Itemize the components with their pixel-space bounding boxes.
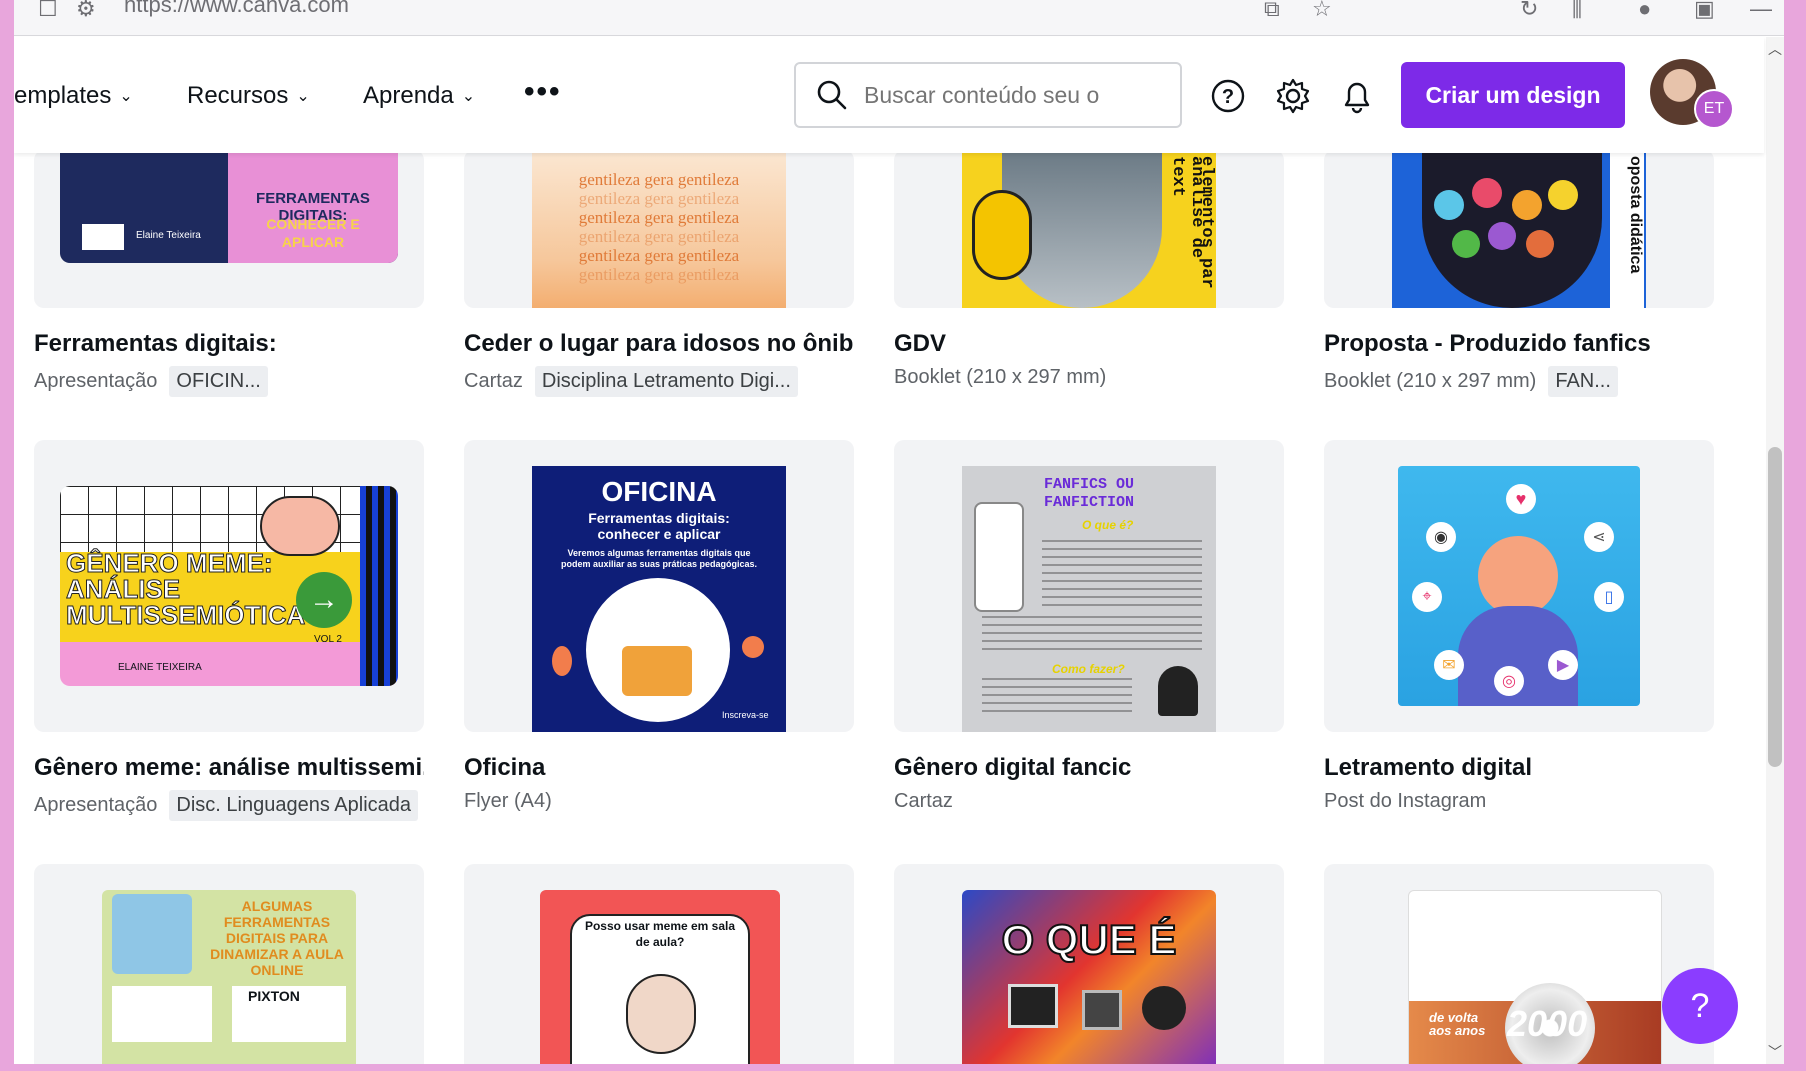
scroll-down-icon[interactable]: ﹀ [1768,1042,1782,1062]
design-thumbnail: ♥ ⋖ ◉ ⌖ ▯ ✉ ▶ ◎ [1398,466,1640,706]
logo [82,224,124,250]
design-meta: Cartaz Disciplina Letramento Digi... [464,366,798,397]
location-pin-icon: ⌖ [1412,582,1442,612]
user-initials-badge: ET [1694,89,1734,129]
design-type: Flyer (A4) [464,790,552,812]
design-thumbnail: FERRAMENTAS DIGITAIS: CONHECER E APLICAR… [60,150,398,263]
repeated-slogan: gentileza gera gentileza gentileza gera … [578,170,740,284]
search-box[interactable] [794,62,1182,128]
create-design-button[interactable]: Criar um design [1401,62,1625,128]
design-meta: Cartaz [894,790,953,813]
search-input[interactable] [864,81,1144,109]
design-title[interactable]: GDV [894,330,1284,358]
tv-illustration [1008,984,1058,1028]
folder-tag[interactable]: OFICIN... [169,366,268,397]
browser-window: ☐ ⚙ https://www.canva.com ⧉ ☆ ↻ ⫼ ● ▣ — … [14,0,1784,1064]
design-type: Cartaz [464,370,523,392]
folder-tag[interactable]: Disc. Linguagens Aplicada [169,790,419,821]
design-thumbnail: OFICINA Ferramentas digitais: conhecer e… [532,466,786,732]
design-card[interactable]: oposta didática [1324,150,1714,308]
gear-icon [1276,78,1310,114]
target-icon: ◎ [1494,666,1524,696]
design-meta: Booklet (210 x 297 mm) FAN... [1324,366,1618,397]
design-card[interactable]: ♥ ⋖ ◉ ⌖ ▯ ✉ ▶ ◎ [1324,440,1714,732]
design-thumbnail: GÊNERO MEME: ANÁLISE MULTISSEMIÓTICA → V… [60,486,398,686]
design-type: Cartaz [894,790,953,812]
meme-pig-illustration [260,496,340,556]
design-title[interactable]: Gênero meme: análise multissemi... [34,754,424,782]
scrollbar-thumb[interactable] [1768,447,1782,767]
design-meta: Booklet (210 x 297 mm) [894,366,1106,389]
design-thumbnail: gentileza gera gentileza gentileza gera … [532,150,786,308]
scroll-up-icon[interactable]: ︿ [1768,39,1782,59]
design-meta: Post do Instagram [1324,790,1486,813]
design-card[interactable]: FANFICS OU FANFICTION O que é? Como faze… [894,440,1284,732]
settings-button[interactable] [1272,75,1314,117]
folder-tag[interactable]: FAN... [1548,366,1618,397]
design-type: Apresentação [34,794,158,816]
help-fab-button[interactable]: ? [1662,968,1738,1044]
design-title[interactable]: Letramento digital [1324,754,1714,782]
video-icon: ▶ [1548,650,1578,680]
design-thumbnail: O QUE É [962,890,1216,1064]
chevron-down-icon: ⌄ [296,88,310,105]
design-card[interactable]: GÊNERO MEME: ANÁLISE MULTISSEMIÓTICA → V… [34,440,424,732]
question-circle-icon: ? [1211,79,1245,113]
share-icon: ⋖ [1584,522,1614,552]
design-thumbnail: oposta didática [1392,150,1646,308]
design-type: Booklet (210 x 297 mm) [1324,370,1537,392]
teacher-avatar-illustration [626,974,696,1054]
design-card[interactable]: elementos par análise de text [894,150,1284,308]
folder-tag[interactable]: Disciplina Letramento Digi... [534,366,798,397]
help-circle-button[interactable]: ? [1207,75,1249,117]
design-type: Booklet (210 x 297 mm) [894,366,1107,388]
more-menu-button[interactable]: ••• [524,75,562,109]
nav-recursos[interactable]: Recursos ⌄ [187,82,310,110]
notifications-button[interactable] [1336,75,1378,117]
nav-templates[interactable]: emplates ⌄ [14,82,133,110]
design-card[interactable]: Posso usar meme em sala de aula? [464,864,854,1064]
phone-illustration [974,502,1024,612]
chevron-down-icon: ⌄ [461,88,476,105]
designs-grid: FERRAMENTAS DIGITAIS: CONHECER E APLICAR… [14,0,1764,1064]
heart-icon: ♥ [1506,484,1536,514]
design-title[interactable]: Oficina [464,754,854,782]
design-card[interactable]: FERRAMENTAS DIGITAIS: CONHECER E APLICAR… [34,150,424,308]
design-card[interactable]: ALGUMAS FERRAMENTAS DIGITAIS PARA DINAMI… [34,864,424,1064]
design-title[interactable]: Gênero digital fancic [894,754,1284,782]
design-thumbnail: Posso usar meme em sala de aula? [540,890,780,1064]
chevron-down-icon: ⌄ [119,88,133,105]
design-card[interactable]: OFICINA Ferramentas digitais: conhecer e… [464,440,854,732]
phone-icon: ▯ [1594,582,1624,612]
search-icon [817,80,847,110]
design-type: Apresentação [34,370,158,392]
design-card[interactable]: de volta aos anos 2000 [1324,864,1714,1064]
arrow-right-icon: → [296,572,352,628]
design-card[interactable]: O QUE É [894,864,1284,1064]
top-navigation-bar: emplates ⌄ Recursos ⌄ Aprenda ⌄ ••• ? [14,37,1764,153]
bell-icon [1344,82,1370,114]
design-title[interactable]: Proposta - Produzido fanfics [1324,330,1714,358]
teacher-illustration [112,894,192,974]
design-title[interactable]: Ceder o lugar para idosos no ônib... [464,330,854,358]
design-meta: Apresentação OFICIN... [34,366,268,397]
scrollbar[interactable]: ︿ ﹀ [1766,37,1784,1064]
design-meta: Flyer (A4) [464,790,552,813]
mail-icon: ✉ [1434,650,1464,680]
design-thumbnail: elementos par análise de text [962,150,1216,308]
design-thumbnail: ALGUMAS FERRAMENTAS DIGITAIS PARA DINAMI… [102,890,356,1064]
design-card[interactable]: gentileza gera gentileza gentileza gera … [464,150,854,308]
design-meta: Apresentação Disc. Linguagens Aplicada [34,790,419,821]
design-title[interactable]: Ferramentas digitais: [34,330,424,358]
design-type: Post do Instagram [1324,790,1487,812]
camera-icon: ◉ [1426,522,1456,552]
svg-text:?: ? [1222,86,1234,108]
design-thumbnail: de volta aos anos 2000 [1408,890,1662,1064]
design-thumbnail: FANFICS OU FANFICTION O que é? Como faze… [962,466,1216,732]
nav-aprenda[interactable]: Aprenda ⌄ [363,82,475,110]
